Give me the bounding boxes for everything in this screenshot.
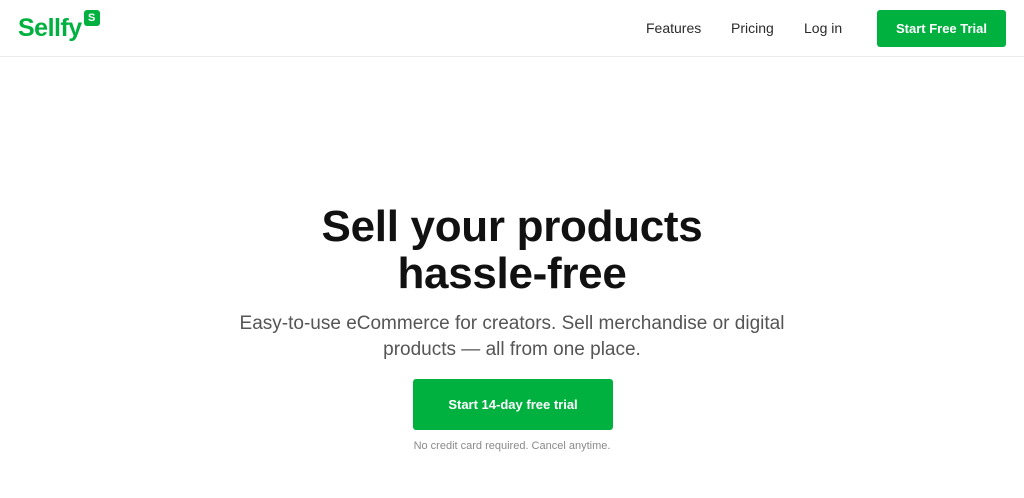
nav-link-features[interactable]: Features xyxy=(646,20,701,36)
hero-subtitle-line-2: products — all from one place. xyxy=(383,339,641,360)
hero-title: Sell your products hassle-free xyxy=(0,203,1024,297)
hero-subtitle: Easy-to-use eCommerce for creators. Sell… xyxy=(212,311,812,363)
nav-link-login[interactable]: Log in xyxy=(804,20,842,36)
logo-badge-icon: S xyxy=(83,10,100,26)
hero-title-line-1: Sell your products xyxy=(321,202,703,251)
hero-subtitle-line-1: Easy-to-use eCommerce for creators. Sell… xyxy=(239,313,785,334)
hero-title-line-2: hassle-free xyxy=(397,249,627,298)
hero-section: Sell your products hassle-free Easy-to-u… xyxy=(0,57,1024,498)
nav-link-pricing[interactable]: Pricing xyxy=(731,20,774,36)
start-trial-button[interactable]: Start 14-day free trial xyxy=(413,379,613,430)
no-credit-card-note: No credit card required. Cancel anytime. xyxy=(413,440,611,452)
start-free-trial-button[interactable]: Start Free Trial xyxy=(877,10,1006,47)
sellfy-logo[interactable]: Sellfy S xyxy=(18,10,100,46)
site-header: Sellfy S Features Pricing Log in Start F… xyxy=(0,0,1024,57)
logo-wordmark: Sellfy xyxy=(18,14,82,42)
